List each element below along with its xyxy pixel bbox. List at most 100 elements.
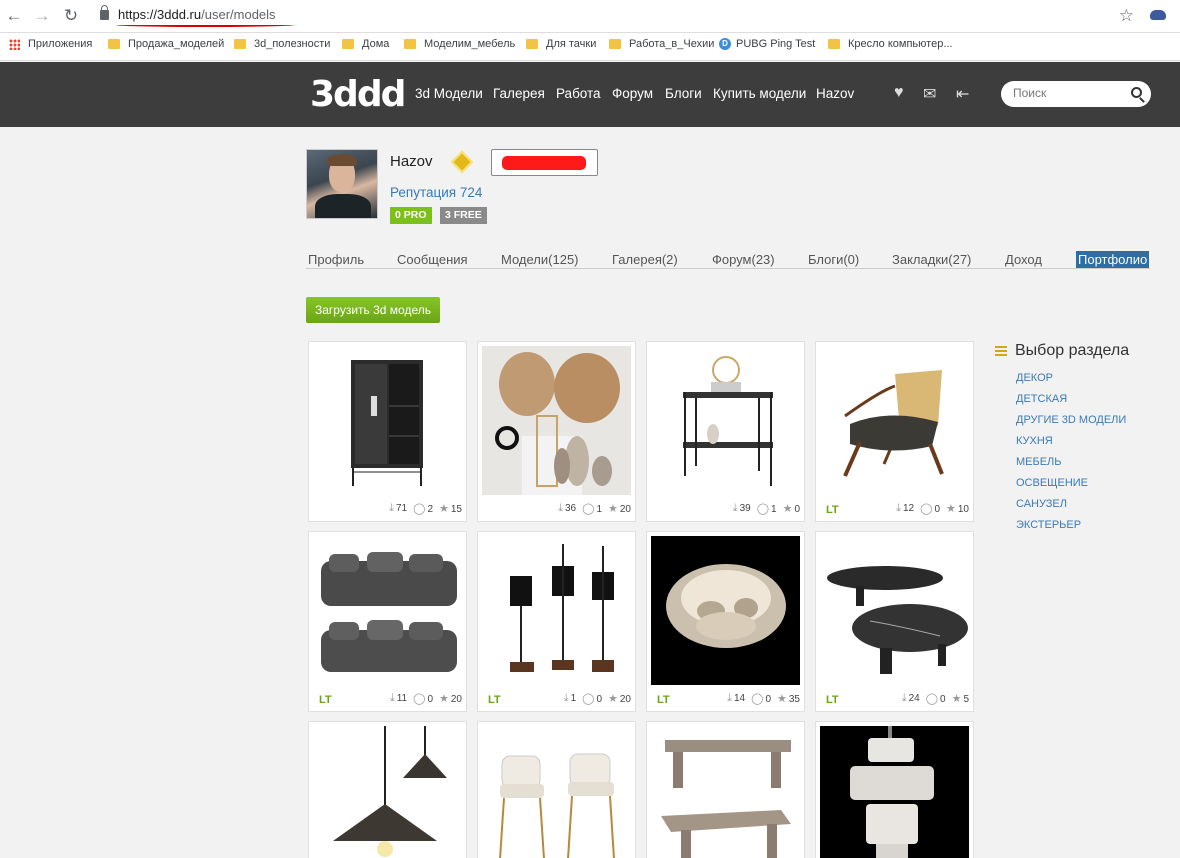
model-card[interactable]: ⤓ 39 ◯ 1 ★ 0 — [646, 341, 805, 522]
star-icon: ★ — [777, 693, 787, 705]
avatar[interactable] — [306, 149, 378, 219]
model-stats: ⤓ 36 ◯ 1 ★ 20 — [558, 502, 631, 515]
nav-gallery[interactable]: Галерея — [493, 86, 545, 101]
section-decor[interactable]: ДЕКОР — [1016, 372, 1053, 384]
tab-forum[interactable]: Форум(23) — [712, 252, 775, 267]
redacted-field — [491, 149, 598, 176]
download-icon: ⤓ — [563, 692, 569, 704]
mail-icon[interactable]: ✉ — [923, 84, 936, 104]
section-other[interactable]: ДРУГИЕ 3D МОДЕЛИ — [1016, 414, 1126, 426]
model-card[interactable]: ⤓ 71 ◯ 2 ★ 15 — [308, 341, 467, 522]
lock-icon — [100, 5, 109, 20]
download-icon: ⤓ — [389, 692, 395, 704]
reputation-link[interactable]: Репутация 724 — [390, 185, 482, 200]
bookmark-apps[interactable]: Приложения — [9, 38, 92, 50]
browser-toolbar: ← → ↻ https://3ddd.ru/user/models ☆ — [0, 0, 1180, 33]
download-icon: ⤓ — [901, 692, 907, 704]
bookmark-item[interactable]: Для тачки — [526, 38, 596, 50]
username: Hazov — [390, 153, 433, 170]
star-icon: ★ — [946, 503, 956, 515]
star-icon: ★ — [951, 693, 962, 705]
search-input[interactable] — [1013, 86, 1123, 100]
tab-income[interactable]: Доход — [1005, 252, 1042, 267]
lt-badge: LT — [319, 694, 332, 706]
model-card[interactable]: LT ⤓ 24 ◯ 0 ★ 5 — [815, 531, 974, 712]
heart-icon[interactable]: ♥ — [894, 84, 904, 102]
bookmark-item[interactable]: Кресло компьютер... — [828, 38, 953, 50]
tab-profile[interactable]: Профиль — [308, 252, 364, 267]
pro-tag: 0 PRO — [390, 207, 432, 224]
back-arrow-icon[interactable]: ← — [4, 6, 24, 26]
nav-user[interactable]: Hazov — [816, 86, 854, 101]
star-icon: ★ — [608, 503, 618, 515]
site-logo[interactable]: 3ddd — [310, 74, 406, 115]
section-exterior[interactable]: ЭКСТЕРЬЕР — [1016, 519, 1081, 531]
model-card[interactable] — [646, 721, 805, 858]
model-thumbnail — [651, 726, 800, 858]
search-icon[interactable] — [1131, 87, 1142, 98]
model-thumbnail — [313, 536, 462, 685]
upload-model-button[interactable]: Загрузить 3d модель — [306, 297, 440, 323]
model-card[interactable] — [308, 721, 467, 858]
url-path: /user/models — [201, 7, 276, 22]
bookmark-item[interactable]: Работа_в_Чехии — [609, 38, 714, 50]
reload-icon[interactable]: ↻ — [61, 6, 81, 26]
section-lighting[interactable]: ОСВЕЩЕНИЕ — [1016, 477, 1088, 489]
tab-models[interactable]: Модели(125) — [501, 252, 579, 267]
section-bathroom[interactable]: САНУЗЕЛ — [1016, 498, 1067, 510]
star-icon: ★ — [782, 503, 793, 515]
nav-blogs[interactable]: Блоги — [665, 86, 702, 101]
model-card[interactable]: LT ⤓ 12 ◯ 0 ★ 10 — [815, 341, 974, 522]
model-thumbnail — [820, 726, 969, 858]
bookmark-item[interactable]: Продажа_моделей — [108, 38, 224, 50]
star-icon: ★ — [439, 693, 449, 705]
model-thumbnail — [820, 346, 969, 495]
folder-icon — [609, 39, 621, 49]
bookmark-item[interactable]: Дома — [342, 38, 389, 50]
bookmark-item[interactable]: D PUBG Ping Test — [719, 38, 815, 50]
tab-portfolio[interactable]: Портфолио — [1076, 251, 1150, 268]
site-header: 3ddd 3d Модели Галерея Работа Форум Блог… — [0, 62, 1180, 127]
model-card[interactable]: ⤓ 36 ◯ 1 ★ 20 — [477, 341, 636, 522]
nav-forum[interactable]: Форум — [612, 86, 653, 101]
tab-gallery[interactable]: Галерея(2) — [612, 252, 678, 267]
folder-icon — [404, 39, 416, 49]
section-furniture[interactable]: МЕБЕЛЬ — [1016, 456, 1062, 468]
model-card[interactable] — [477, 721, 636, 858]
tab-bookmarks[interactable]: Закладки(27) — [892, 252, 971, 267]
bookmark-star-icon[interactable]: ☆ — [1119, 6, 1134, 26]
nav-buy-models[interactable]: Купить модели — [713, 86, 806, 101]
model-thumbnail — [482, 726, 631, 858]
bookmarks-bar: Приложения Продажа_моделей 3d_полезности… — [0, 33, 1180, 61]
download-icon: ⤓ — [727, 692, 732, 704]
tab-blogs[interactable]: Блоги(0) — [808, 252, 859, 267]
folder-icon — [342, 39, 354, 49]
diamond-badge-icon — [450, 150, 474, 174]
model-card[interactable]: LT ⤓ 14 ◯ 0 ★ 35 — [646, 531, 805, 712]
model-stats: ⤓ 24 ◯ 0 ★ 5 — [901, 692, 969, 705]
star-icon: ★ — [608, 693, 618, 705]
section-kids[interactable]: ДЕТСКАЯ — [1016, 393, 1067, 405]
tabs-divider — [306, 268, 1150, 269]
model-stats: ⤓ 12 ◯ 0 ★ 10 — [896, 502, 969, 515]
folder-icon — [526, 39, 538, 49]
model-stats: ⤓ 71 ◯ 2 ★ 15 — [389, 502, 462, 515]
model-thumbnail — [651, 346, 800, 495]
nav-3d-models[interactable]: 3d Модели — [415, 86, 483, 101]
section-kitchen[interactable]: КУХНЯ — [1016, 435, 1053, 447]
model-card[interactable] — [815, 721, 974, 858]
address-bar[interactable]: https://3ddd.ru/user/models — [100, 5, 276, 22]
extension-icon[interactable] — [1150, 10, 1166, 20]
model-card[interactable]: LT ⤓ 1 ◯ 0 ★ 20 — [477, 531, 636, 712]
forward-arrow-icon[interactable]: → — [32, 6, 52, 26]
bookmark-item[interactable]: Моделим_мебель — [404, 38, 515, 50]
apps-grid-icon — [9, 38, 20, 50]
model-stats: ⤓ 14 ◯ 0 ★ 35 — [727, 692, 800, 705]
logout-icon[interactable]: ⇤ — [956, 84, 969, 104]
list-icon — [995, 345, 1007, 357]
model-card[interactable]: LT ⤓ 11 ◯ 0 ★ 20 — [308, 531, 467, 712]
bookmark-item[interactable]: 3d_полезности — [234, 38, 330, 50]
lt-badge: LT — [657, 694, 670, 706]
tab-messages[interactable]: Сообщения — [397, 252, 468, 267]
nav-jobs[interactable]: Работа — [556, 86, 601, 101]
